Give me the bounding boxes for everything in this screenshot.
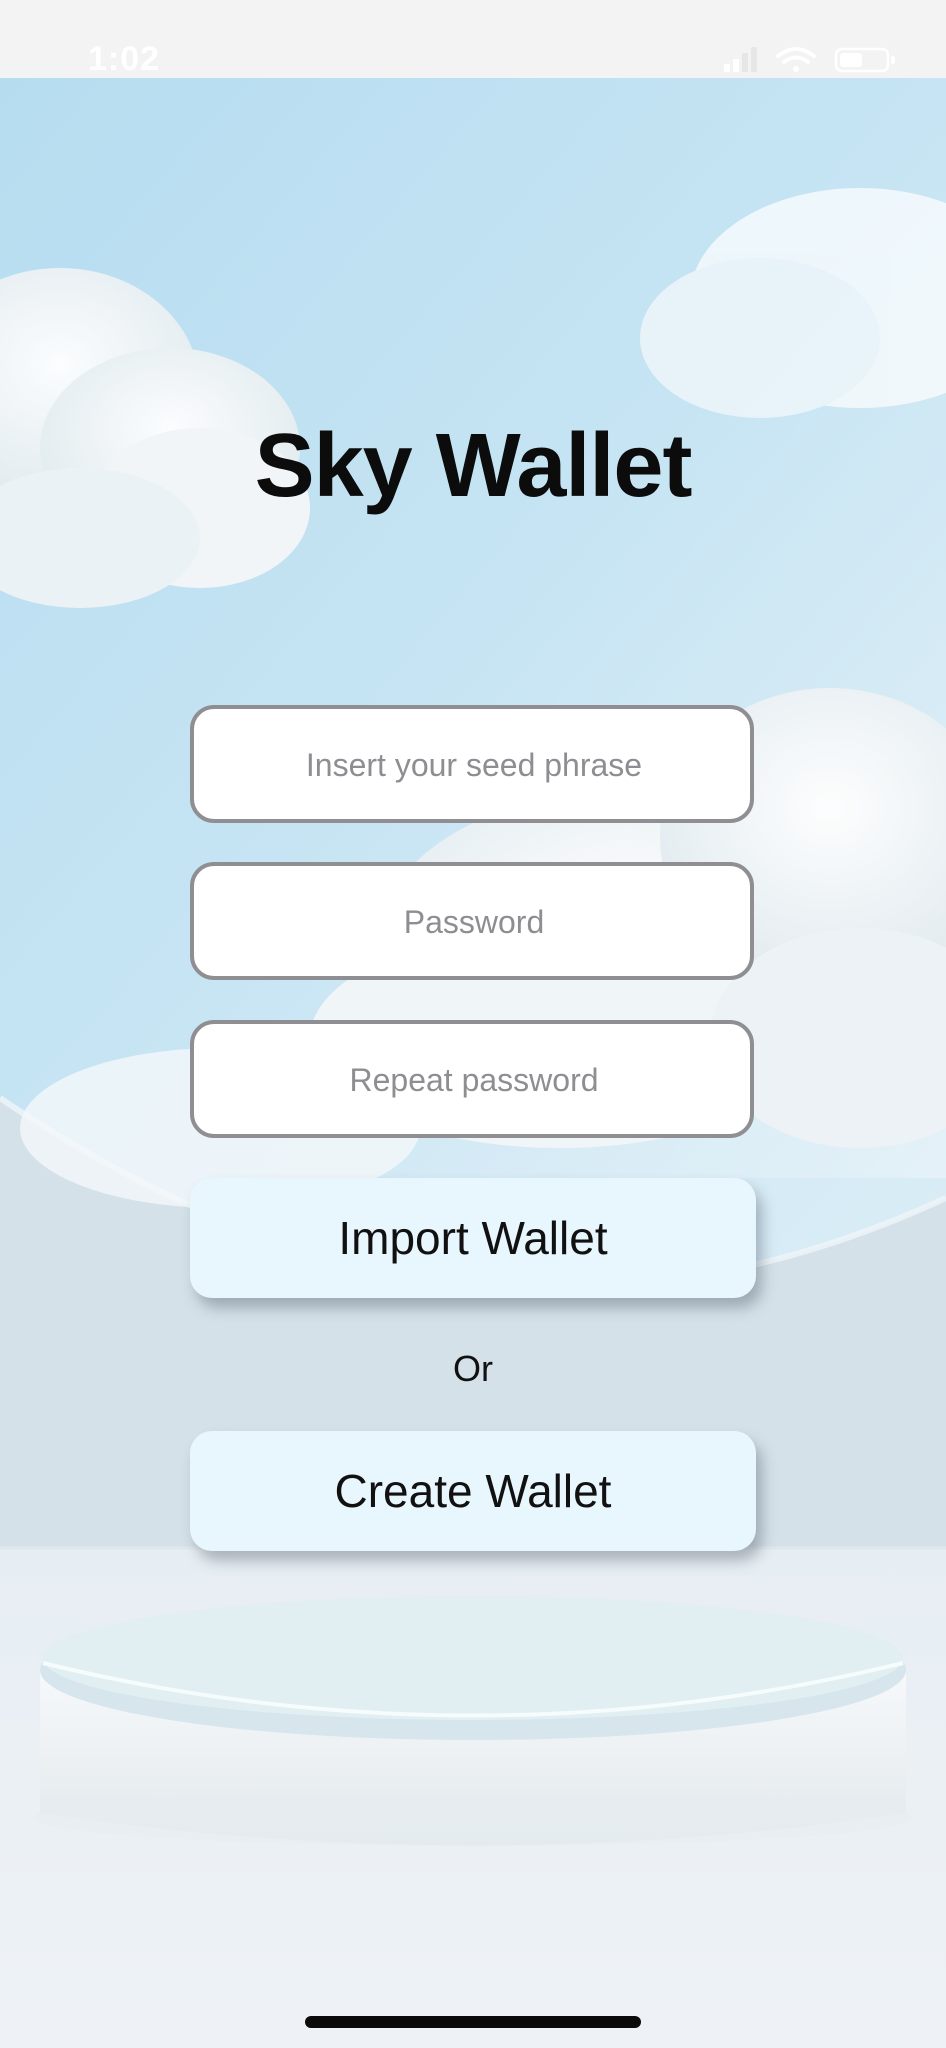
- signal-icon: [724, 47, 757, 72]
- status-time: 1:02: [88, 40, 161, 78]
- seed-phrase-field[interactable]: [190, 705, 754, 823]
- import-wallet-button[interactable]: Import Wallet: [190, 1178, 756, 1298]
- seed-phrase-input[interactable]: [194, 709, 754, 821]
- home-indicator[interactable]: [305, 2016, 641, 2028]
- password-input[interactable]: [194, 866, 754, 978]
- or-separator: Or: [453, 1348, 493, 1389]
- battery-icon: [834, 47, 895, 73]
- status-bar: 1:02: [0, 0, 946, 78]
- status-icons: [724, 47, 895, 73]
- create-wallet-button[interactable]: Create Wallet: [190, 1431, 756, 1551]
- password-field[interactable]: [190, 862, 754, 980]
- repeat-password-field[interactable]: [190, 1020, 754, 1138]
- wifi-icon: [776, 47, 816, 72]
- repeat-password-input[interactable]: [194, 1024, 754, 1136]
- podium: [33, 1596, 913, 1846]
- app-title: Sky Wallet: [254, 416, 693, 516]
